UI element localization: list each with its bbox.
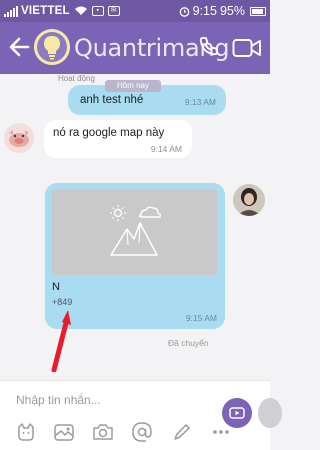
- image-placeholder[interactable]: [52, 190, 217, 275]
- message-input[interactable]: Nhập tin nhắn...: [16, 393, 101, 407]
- back-arrow-icon[interactable]: [8, 34, 30, 60]
- gallery-icon[interactable]: [53, 421, 75, 443]
- battery-icon: [250, 6, 266, 16]
- clock-time: 9:15: [192, 4, 217, 18]
- profile-photo-icon: [233, 184, 265, 216]
- message-text: anh test nhé: [80, 94, 144, 106]
- message-text: nó ra google map này: [53, 127, 165, 139]
- image-placeholder-icon: [110, 205, 161, 256]
- message-time: 9:13 AM: [184, 97, 216, 107]
- chat-header: Quantrimang: [0, 22, 270, 74]
- wifi-icon: [74, 6, 87, 15]
- message-composer: Nhập tin nhắn...: [0, 380, 282, 450]
- message-time: 9:14 AM: [150, 144, 182, 154]
- camera-icon[interactable]: [92, 421, 114, 443]
- battery-percent: 95%: [219, 4, 245, 18]
- alarm-icon: [179, 6, 189, 17]
- phone-call-icon[interactable]: [198, 35, 220, 57]
- pig-avatar-icon: [4, 123, 34, 153]
- message-list[interactable]: Hôm nay anh test nhé 9:13 AM nó ra googl…: [0, 74, 270, 380]
- contact-avatar[interactable]: [4, 123, 34, 153]
- notification-icon: ▪: [91, 6, 104, 16]
- message-time: 9:15 AM: [185, 313, 217, 323]
- watermark-logo: Quantrimang: [34, 27, 230, 71]
- mention-icon[interactable]: [131, 421, 153, 443]
- message-notification-icon: ✉: [107, 6, 120, 16]
- lightbulb-icon: [44, 36, 60, 60]
- video-call-icon[interactable]: [232, 38, 262, 58]
- doodle-icon[interactable]: [171, 421, 193, 443]
- send-icon: [229, 407, 245, 419]
- status-bar: VIETTEL ▪ ✉ 9:15 95%: [0, 0, 270, 22]
- more-options-icon[interactable]: [210, 421, 232, 443]
- message-bubble-incoming[interactable]: nó ra google map này 9:14 AM: [44, 120, 192, 158]
- sticker-icon[interactable]: [15, 421, 37, 443]
- signal-icon: [4, 5, 18, 17]
- carrier-name: VIETTEL: [21, 5, 70, 17]
- date-separator: Hôm nay: [105, 80, 161, 92]
- contact-status: Hoạt động: [58, 74, 95, 83]
- my-avatar[interactable]: [233, 184, 265, 216]
- delivery-status: Đã chuyển: [168, 338, 209, 348]
- composer-toolbar: [0, 421, 270, 445]
- contact-name: N: [52, 281, 60, 293]
- annotation-arrow-icon: [51, 310, 71, 372]
